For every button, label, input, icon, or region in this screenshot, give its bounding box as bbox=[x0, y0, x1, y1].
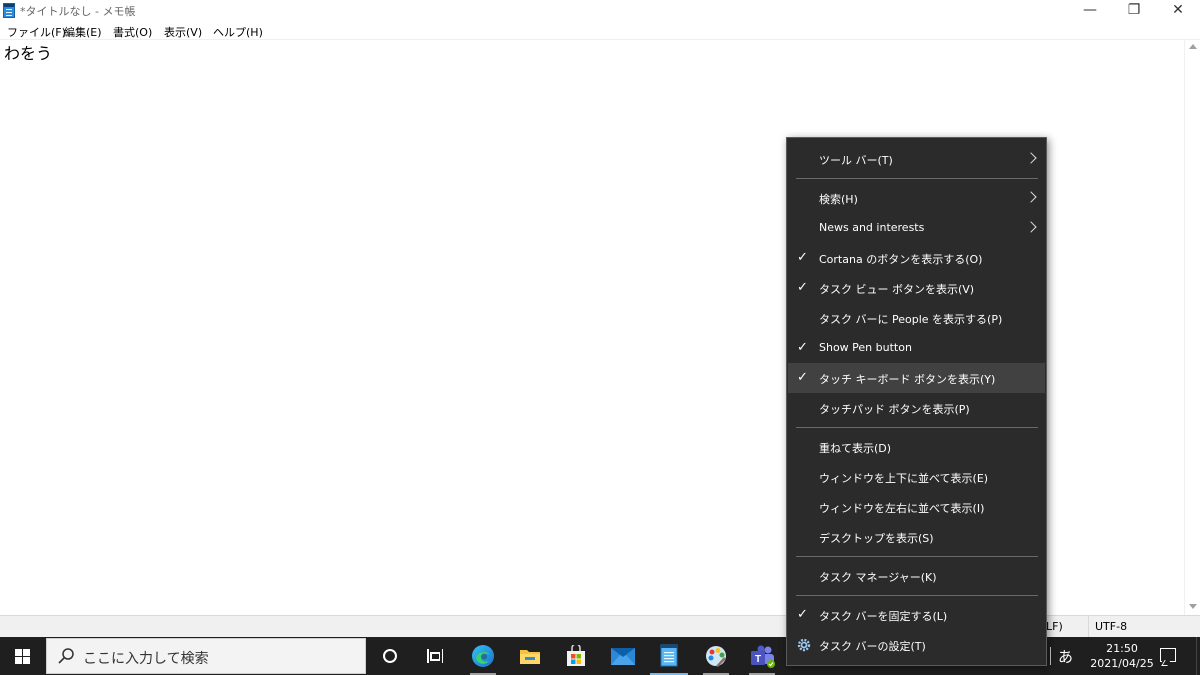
ctx-item-show-people[interactable]: タスク バーに People を表示する(P) bbox=[788, 303, 1045, 333]
menu-separator bbox=[796, 556, 1038, 557]
submenu-arrow-icon bbox=[1025, 152, 1037, 164]
ctx-item-side-by-side-windows[interactable]: ウィンドウを左右に並べて表示(I) bbox=[788, 492, 1045, 522]
cortana-button[interactable] bbox=[367, 637, 413, 675]
ctx-item-label: ウィンドウを上下に並べて表示(E) bbox=[819, 472, 989, 485]
mail-icon bbox=[611, 648, 635, 665]
ctx-item-label: タスク バーを固定する(L) bbox=[819, 610, 948, 623]
ctx-item-label: Show Pen button bbox=[819, 341, 912, 354]
teams-taskbar-button[interactable]: T bbox=[739, 637, 785, 675]
ctx-item-label: タッチパッド ボタンを表示(P) bbox=[819, 403, 970, 416]
checkmark-icon: ✓ bbox=[797, 280, 808, 295]
edge-taskbar-button[interactable] bbox=[460, 637, 506, 675]
vertical-scrollbar[interactable] bbox=[1184, 40, 1200, 615]
show-desktop-button[interactable] bbox=[1196, 637, 1200, 675]
search-icon bbox=[58, 648, 74, 664]
encoding-status: UTF-8 bbox=[1088, 616, 1200, 638]
task-view-button[interactable] bbox=[412, 637, 458, 675]
taskbar-context-menu: ツール バー(T) 検索(H) News and interests ✓ Cor… bbox=[786, 137, 1047, 666]
ctx-item-show-pen[interactable]: ✓ Show Pen button bbox=[788, 333, 1045, 363]
ime-mode-indicator[interactable]: あ bbox=[1058, 646, 1073, 667]
store-icon bbox=[567, 645, 585, 666]
ctx-item-show-task-view[interactable]: ✓ タスク ビュー ボタンを表示(V) bbox=[788, 273, 1045, 303]
edge-icon bbox=[472, 645, 494, 667]
checkmark-icon: ✓ bbox=[797, 340, 808, 355]
teams-icon: T bbox=[751, 645, 775, 668]
notepad-app-icon[interactable] bbox=[3, 3, 15, 18]
ctx-item-label: タスク バーに People を表示する(P) bbox=[819, 313, 1003, 326]
ctx-item-label: タスク バーの設定(T) bbox=[819, 640, 926, 653]
ctx-item-label: Cortana のボタンを表示する(O) bbox=[819, 253, 983, 266]
ctx-item-label: タスク ビュー ボタンを表示(V) bbox=[819, 283, 975, 296]
paint-icon bbox=[706, 646, 726, 667]
store-taskbar-button[interactable] bbox=[553, 637, 599, 675]
file-explorer-taskbar-button[interactable] bbox=[507, 637, 553, 675]
ctx-item-label: ツール バー(T) bbox=[819, 154, 893, 167]
submenu-arrow-icon bbox=[1025, 221, 1037, 233]
notepad-taskbar-button[interactable] bbox=[646, 637, 692, 675]
notepad-icon bbox=[660, 644, 678, 667]
menu-separator bbox=[796, 178, 1038, 179]
taskbar-search-box[interactable]: ここに入力して検索 bbox=[46, 638, 366, 674]
checkmark-icon: ✓ bbox=[797, 250, 808, 265]
ctx-item-label: デスクトップを表示(S) bbox=[819, 532, 934, 545]
windows-logo-icon bbox=[15, 649, 30, 664]
system-clock[interactable]: 21:50 2021/04/25 bbox=[1090, 641, 1154, 671]
menu-separator bbox=[796, 595, 1038, 596]
menu-bar: ファイル(F) 編集(E) 書式(O) 表示(V) ヘルプ(H) bbox=[0, 22, 1200, 40]
ctx-item-label: 重ねて表示(D) bbox=[819, 442, 892, 455]
ctx-item-news-and-interests[interactable]: News and interests bbox=[788, 213, 1045, 243]
line-ending-status: LF) bbox=[1046, 620, 1063, 633]
checkmark-icon: ✓ bbox=[797, 607, 808, 622]
search-placeholder: ここに入力して検索 bbox=[83, 651, 209, 667]
menu-edit[interactable]: 編集(E) bbox=[64, 24, 102, 40]
ctx-item-label: 検索(H) bbox=[819, 193, 858, 206]
ctx-item-show-touch-keyboard[interactable]: ✓ タッチ キーボード ボタンを表示(Y) bbox=[788, 363, 1045, 393]
ctx-item-show-desktop[interactable]: デスクトップを表示(S) bbox=[788, 522, 1045, 552]
action-center-icon[interactable] bbox=[1160, 648, 1176, 663]
menu-separator bbox=[796, 427, 1038, 428]
cortana-icon bbox=[383, 649, 397, 663]
ctx-item-label: タッチ キーボード ボタンを表示(Y) bbox=[819, 373, 996, 386]
submenu-arrow-icon bbox=[1025, 191, 1037, 203]
checkmark-icon: ✓ bbox=[797, 370, 808, 385]
ctx-item-show-cortana[interactable]: ✓ Cortana のボタンを表示する(O) bbox=[788, 243, 1045, 273]
title-bar[interactable]: *タイトルなし - メモ帳 — ❐ ✕ bbox=[0, 0, 1200, 22]
menu-file[interactable]: ファイル(F) bbox=[7, 24, 66, 40]
mail-taskbar-button[interactable] bbox=[600, 637, 646, 675]
ctx-item-lock-taskbar[interactable]: ✓ タスク バーを固定する(L) bbox=[788, 600, 1045, 630]
task-view-icon bbox=[427, 649, 443, 663]
minimize-button[interactable]: — bbox=[1068, 0, 1112, 22]
svg-text:T: T bbox=[755, 654, 761, 665]
close-button[interactable]: ✕ bbox=[1156, 0, 1200, 22]
ctx-item-show-touchpad[interactable]: タッチパッド ボタンを表示(P) bbox=[788, 393, 1045, 423]
ctx-item-label: タスク マネージャー(K) bbox=[819, 571, 937, 584]
clock-time: 21:50 bbox=[1106, 642, 1138, 655]
window-title: *タイトルなし - メモ帳 bbox=[20, 5, 136, 18]
ctx-item-taskbar-settings[interactable]: タスク バーの設定(T) bbox=[788, 630, 1045, 660]
restore-button[interactable]: ❐ bbox=[1112, 0, 1156, 22]
clock-date: 2021/04/25 bbox=[1090, 657, 1154, 670]
ctx-item-label: ウィンドウを左右に並べて表示(I) bbox=[819, 502, 985, 515]
ctx-item-search[interactable]: 検索(H) bbox=[788, 183, 1045, 213]
editor-content[interactable]: わをう bbox=[4, 40, 52, 64]
file-explorer-icon bbox=[520, 650, 540, 664]
start-button[interactable] bbox=[0, 637, 46, 675]
ctx-item-stack-windows[interactable]: ウィンドウを上下に並べて表示(E) bbox=[788, 462, 1045, 492]
scroll-down-icon[interactable] bbox=[1189, 604, 1197, 609]
menu-view[interactable]: 表示(V) bbox=[164, 24, 202, 40]
ctx-item-label: News and interests bbox=[819, 221, 925, 234]
paint-taskbar-button[interactable] bbox=[693, 637, 739, 675]
ctx-item-cascade-windows[interactable]: 重ねて表示(D) bbox=[788, 432, 1045, 462]
menu-help[interactable]: ヘルプ(H) bbox=[213, 24, 263, 40]
gear-icon bbox=[797, 638, 811, 652]
menu-format[interactable]: 書式(O) bbox=[113, 24, 152, 40]
ctx-item-toolbars[interactable]: ツール バー(T) bbox=[788, 144, 1045, 174]
scroll-up-icon[interactable] bbox=[1189, 44, 1197, 49]
ctx-item-task-manager[interactable]: タスク マネージャー(K) bbox=[788, 561, 1045, 591]
